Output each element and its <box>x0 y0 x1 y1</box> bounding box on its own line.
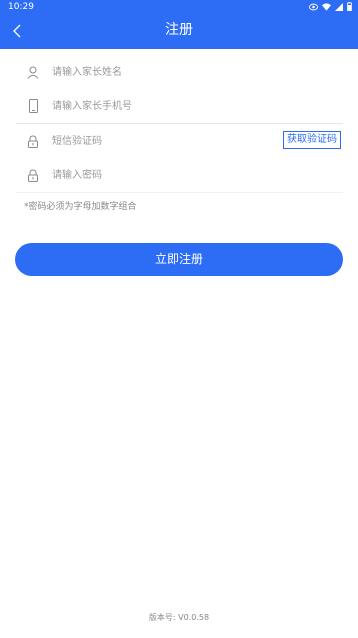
phone-icon <box>26 99 40 113</box>
battery-icon <box>347 2 352 11</box>
signal-icon <box>335 2 343 11</box>
status-bar: 10:29 <box>0 0 358 14</box>
eye-icon <box>309 3 318 10</box>
parent-name-input[interactable] <box>50 65 254 79</box>
version-label: 版本号: V0.0.58 <box>148 613 210 622</box>
status-time: 10:29 <box>8 2 34 12</box>
sms-code-field: 获取验证码 <box>16 123 343 158</box>
lock-icon <box>26 134 40 148</box>
register-button[interactable]: 立即注册 <box>15 243 343 276</box>
get-code-button[interactable]: 获取验证码 <box>283 131 341 149</box>
password-hint: *密码必须为字母加数字组合 <box>24 202 137 212</box>
page-title: 注册 <box>165 22 193 38</box>
wifi-icon <box>322 2 331 11</box>
register-form: 获取验证码 *密码必须为字母加数字组合 <box>16 55 343 212</box>
lock-icon <box>26 168 40 182</box>
password-field <box>16 158 343 193</box>
status-icons <box>309 2 352 11</box>
sms-code-input[interactable] <box>50 134 254 148</box>
parent-phone-input[interactable] <box>50 99 254 113</box>
nav-bar: 注册 <box>0 14 358 49</box>
app-header: 10:29 注册 <box>0 0 358 49</box>
parent-name-field <box>16 55 343 89</box>
parent-phone-field <box>16 89 343 123</box>
user-icon <box>26 65 40 79</box>
password-input[interactable] <box>50 168 254 182</box>
